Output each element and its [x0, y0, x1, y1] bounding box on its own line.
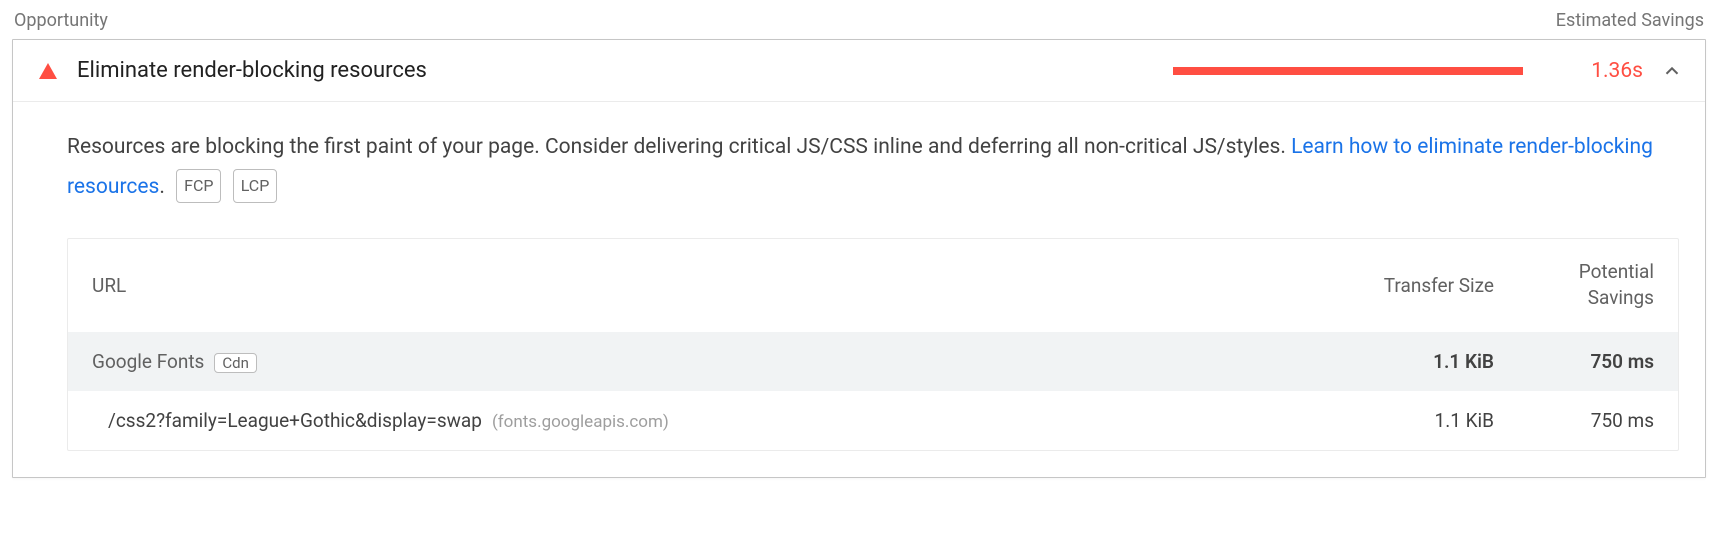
table-header-row: URL Transfer Size Potential Savings [68, 239, 1678, 332]
savings-bar-track [1173, 67, 1523, 75]
table-group-row: Google Fonts Cdn 1.1 KiB 750 ms [68, 332, 1678, 391]
table-header-url: URL [92, 274, 1334, 297]
audit-details: Resources are blocking the first paint o… [13, 101, 1705, 477]
table-header-size: Transfer Size [1334, 274, 1494, 297]
group-label: Google Fonts [92, 350, 204, 373]
row-path: /css2?family=League+Gothic&display=swap [108, 409, 482, 432]
group-savings: 750 ms [1494, 350, 1654, 373]
savings-bar-fill [1173, 67, 1523, 75]
resources-table: URL Transfer Size Potential Savings Goog… [67, 238, 1679, 451]
table-header-savings: Potential Savings [1494, 259, 1654, 312]
row-url-cell: /css2?family=League+Gothic&display=swap … [92, 409, 1334, 432]
audit-summary-row[interactable]: Eliminate render-blocking resources 1.36… [13, 40, 1705, 101]
audit-description-text: Resources are blocking the first paint o… [67, 135, 1291, 159]
audit-savings-value: 1.36s [1543, 59, 1643, 83]
group-url-cell: Google Fonts Cdn [92, 350, 1334, 373]
metric-tag-lcp: LCP [233, 169, 278, 203]
cdn-badge: Cdn [214, 353, 257, 373]
column-headers: Opportunity Estimated Savings [12, 10, 1706, 39]
table-header-savings-line1: Potential [1579, 260, 1654, 283]
row-size: 1.1 KiB [1334, 409, 1494, 432]
row-host: (fonts.googleapis.com) [492, 412, 669, 432]
column-header-left: Opportunity [14, 10, 108, 31]
audit-description-period: . [159, 175, 165, 199]
chevron-up-icon[interactable] [1661, 60, 1683, 82]
fail-triangle-icon [39, 63, 57, 79]
row-savings: 750 ms [1494, 409, 1654, 432]
group-size: 1.1 KiB [1334, 350, 1494, 373]
table-header-savings-line2: Savings [1588, 286, 1654, 309]
table-row: /css2?family=League+Gothic&display=swap … [68, 391, 1678, 450]
audit-description: Resources are blocking the first paint o… [67, 128, 1679, 208]
audit-card: Eliminate render-blocking resources 1.36… [12, 39, 1706, 478]
column-header-right: Estimated Savings [1556, 10, 1704, 31]
audit-title: Eliminate render-blocking resources [77, 58, 1173, 83]
metric-tag-fcp: FCP [176, 169, 221, 203]
